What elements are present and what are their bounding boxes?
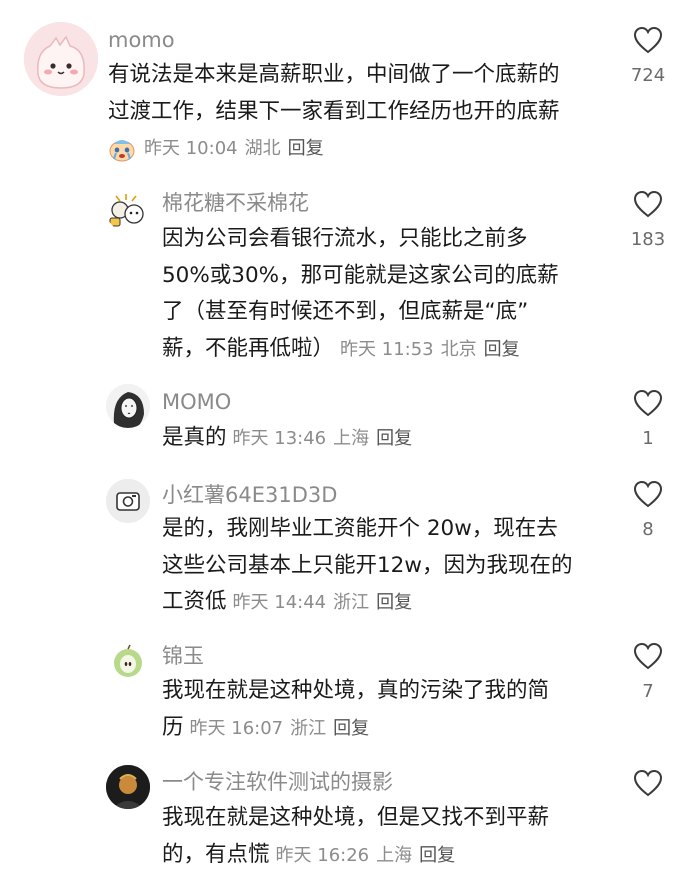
like-button[interactable]: 8 <box>618 480 678 540</box>
comment-username[interactable]: MOMO <box>162 389 231 415</box>
comment-text: 我现在就是这种处境，真的污染了我的简 历昨天 16:07 浙江回复 <box>162 673 549 747</box>
comment-text: 我现在就是这种处境，但是又找不到平薪 的，有点慌昨天 16:26 上海回复 <box>162 800 549 874</box>
comment-meta: 昨天 10:04 湖北回复 <box>108 136 324 162</box>
comment-time: 昨天 16:07 <box>190 718 284 739</box>
avatar[interactable] <box>106 384 150 428</box>
like-button[interactable]: 183 <box>618 190 678 250</box>
comment-text-fragment: 工资低 <box>162 589 227 614</box>
comment-location: 浙江 <box>333 592 369 613</box>
comment-item: 一个专注软件测试的摄影 我现在就是这种处境，但是又找不到平薪 的，有点慌昨天 1… <box>0 760 690 873</box>
reply-button[interactable]: 回复 <box>484 339 520 360</box>
comment-time: 昨天 14:44 <box>233 592 327 613</box>
comment-text: 因为公司会看银行流水，只能比之前多 50%或30%，那可能就是这家公司的底薪 了… <box>162 221 559 368</box>
like-button[interactable]: 7 <box>618 642 678 702</box>
comment-username[interactable]: momo <box>108 27 175 53</box>
like-count: 8 <box>618 520 678 540</box>
comment-text-line: 薪，不能再低啦） 昨天 11:53 北京回复 <box>162 331 559 369</box>
comment-text-line: 了（甚至有时候还不到，但底薪是“底” <box>162 294 559 331</box>
comment-text-line: 是的，我刚毕业工资能开个 20w，现在去 <box>162 511 572 548</box>
like-button[interactable] <box>618 769 678 797</box>
comment-item: momo 有说法是本来是高薪职业，中间做了一个底薪的 过渡工作，结果下一家看到工… <box>0 0 690 175</box>
comment-username[interactable]: 小红薯64E31D3D <box>162 482 337 508</box>
comment-time: 昨天 16:26 <box>276 845 370 866</box>
comment-text: 是的，我刚毕业工资能开个 20w，现在去 这些公司基本上只能开12w，因为我现在… <box>162 511 572 622</box>
heart-outline-icon <box>633 480 663 508</box>
comment-location: 北京 <box>441 339 477 360</box>
comment-text-fragment: 的，有点慌 <box>162 842 270 867</box>
comment-text-line: 过渡工作，结果下一家看到工作经历也开的底薪 <box>108 94 560 131</box>
like-count: 7 <box>618 682 678 702</box>
like-button[interactable]: 1 <box>618 389 678 449</box>
comment-text-fragment: 是真的 <box>162 425 227 450</box>
comment-location: 浙江 <box>290 718 326 739</box>
comment-item: 锦玉 我现在就是这种处境，真的污染了我的简 历昨天 16:07 浙江回复 7 <box>0 635 690 760</box>
comment-text-line: 是真的昨天 13:46 上海回复 <box>162 420 412 458</box>
reply-button[interactable]: 回复 <box>376 428 412 449</box>
sketch-portrait-avatar-icon <box>106 384 150 428</box>
comment-username[interactable]: 一个专注软件测试的摄影 <box>162 769 393 795</box>
comment-time: 昨天 11:53 <box>340 339 434 360</box>
heart-outline-icon <box>633 26 663 54</box>
heart-outline-icon <box>633 769 663 797</box>
comment-item: MOMO 是真的昨天 13:46 上海回复 1 <box>0 370 690 475</box>
comment-section: { "comments": [ { "username": "momo", "l… <box>0 0 690 873</box>
comment-meta: 昨天 16:07 浙江回复 <box>190 718 370 739</box>
comment-text-line: 因为公司会看银行流水，只能比之前多 <box>162 221 559 258</box>
comment-text-line: 历昨天 16:07 浙江回复 <box>162 710 549 748</box>
reply-button[interactable]: 回复 <box>288 138 324 159</box>
pink-blob-avatar-icon <box>24 22 98 96</box>
comment-text: 有说法是本来是高薪职业，中间做了一个底薪的 过渡工作，结果下一家看到工作经历也开… <box>108 57 560 130</box>
comment-text: 是真的昨天 13:46 上海回复 <box>162 420 412 458</box>
comment-username[interactable]: 棉花糖不采棉花 <box>162 190 309 216</box>
reply-button[interactable]: 回复 <box>419 845 455 866</box>
comment-meta: 昨天 11:53 北京回复 <box>340 339 520 360</box>
comment-text-line: 这些公司基本上只能开12w，因为我现在的 <box>162 548 572 585</box>
like-count: 183 <box>618 230 678 250</box>
cartoon-sticker-avatar-icon <box>106 188 150 232</box>
heart-outline-icon <box>633 642 663 670</box>
comment-meta: 昨天 14:44 浙江回复 <box>233 592 413 613</box>
comment-text-fragment: 薪，不能再低啦） <box>162 336 334 361</box>
avatar[interactable] <box>106 188 150 232</box>
comment-location: 湖北 <box>245 138 281 159</box>
comment-text-line: 工资低昨天 14:44 浙江回复 <box>162 584 572 622</box>
avatar[interactable] <box>106 639 150 683</box>
avatar[interactable] <box>106 479 150 523</box>
like-count: 724 <box>618 66 678 86</box>
comment-text-line: 50%或30%，那可能就是这家公司的底薪 <box>162 258 559 295</box>
heart-outline-icon <box>633 190 663 218</box>
comment-location: 上海 <box>376 845 412 866</box>
comment-meta: 昨天 16:26 上海回复 <box>276 845 456 866</box>
comment-location: 上海 <box>333 428 369 449</box>
heart-outline-icon <box>633 389 663 417</box>
default-camera-avatar-icon <box>106 479 150 523</box>
comment-text-fragment: 历 <box>162 715 184 740</box>
comment-item: 小红薯64E31D3D 是的，我刚毕业工资能开个 20w，现在去 这些公司基本上… <box>0 475 690 635</box>
reply-button[interactable]: 回复 <box>333 718 369 739</box>
like-button[interactable]: 724 <box>618 26 678 86</box>
comment-text-line: 有说法是本来是高薪职业，中间做了一个底薪的 <box>108 57 560 94</box>
comment-text-line: 的，有点慌昨天 16:26 上海回复 <box>162 837 549 874</box>
like-count: 1 <box>618 429 678 449</box>
green-apple-avatar-icon <box>106 639 150 683</box>
dark-photo-avatar-icon <box>106 765 150 809</box>
comment-time: 昨天 13:46 <box>233 428 327 449</box>
comment-meta: 昨天 13:46 上海回复 <box>233 428 413 449</box>
comment-item: 棉花糖不采棉花 因为公司会看银行流水，只能比之前多 50%或30%，那可能就是这… <box>0 175 690 370</box>
comment-username[interactable]: 锦玉 <box>162 643 204 669</box>
crying-face-sticker-icon <box>108 136 136 162</box>
comment-text-line: 我现在就是这种处境，真的污染了我的简 <box>162 673 549 710</box>
comment-text-line: 我现在就是这种处境，但是又找不到平薪 <box>162 800 549 837</box>
avatar[interactable] <box>24 22 98 96</box>
comment-time: 昨天 10:04 <box>144 138 238 159</box>
reply-button[interactable]: 回复 <box>376 592 412 613</box>
avatar[interactable] <box>106 765 150 809</box>
